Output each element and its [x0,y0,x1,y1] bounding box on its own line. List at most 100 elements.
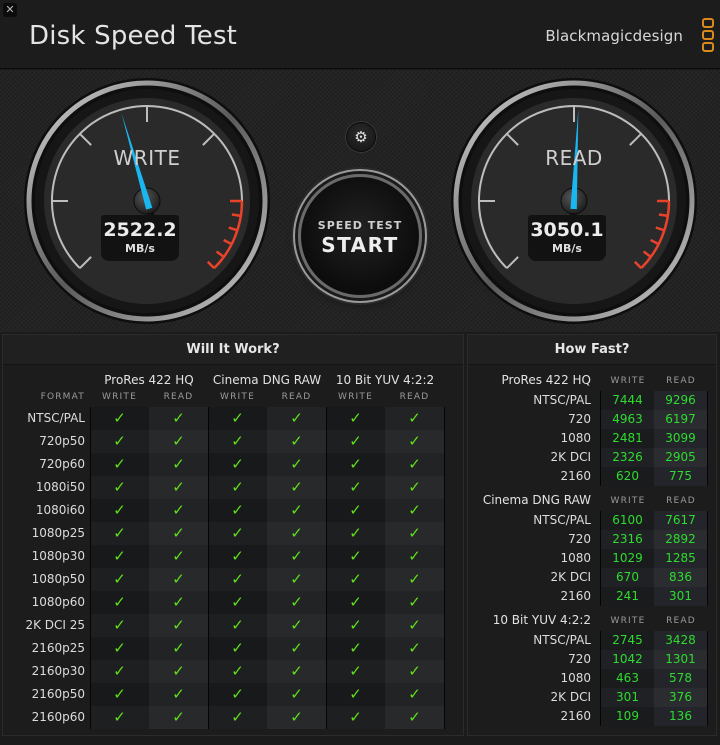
check-icon: ✓ [385,545,444,568]
column-divider [600,391,601,486]
check-icon: ✓ [326,660,385,683]
check-icon: ✓ [326,430,385,453]
check-icon: ✓ [149,591,208,614]
hf-read-value: 578 [654,669,707,688]
write-gauge-label: WRITE [113,146,181,170]
close-icon: ✕ [5,3,15,16]
hf-write-value: 109 [601,707,654,726]
gauge-redline-tick [231,213,242,218]
check-icon: ✓ [208,614,267,637]
check-icon: ✓ [149,614,208,637]
hf-format-label: NTSC/PAL [533,513,591,527]
check-icon: ✓ [208,637,267,660]
hf-write-value: 2316 [601,530,654,549]
check-icon: ✓ [90,522,149,545]
hf-row: 2160 620 775 [468,467,716,486]
check-icon: ✓ [385,453,444,476]
read-gauge: READ 3050.1 MB/s [449,76,699,326]
hf-write-value: 2326 [601,448,654,467]
check-icon: ✓ [326,683,385,706]
check-icon: ✓ [267,591,326,614]
read-gauge-label: READ [545,146,603,170]
column-divider [600,631,601,726]
check-icon: ✓ [385,683,444,706]
format-label: 1080i50 [35,480,85,494]
check-icon: ✓ [267,407,326,430]
check-icon: ✓ [208,545,267,568]
format-label: 1080p50 [31,572,85,586]
write-speed-value: 2522.2 [103,219,177,241]
check-icon: ✓ [208,476,267,499]
hf-row: NTSC/PAL 2745 3428 [468,631,716,650]
check-icon: ✓ [90,499,149,522]
hf-write-value: 241 [601,587,654,606]
check-icon: ✓ [149,522,208,545]
check-icon: ✓ [149,476,208,499]
check-icon: ✓ [385,568,444,591]
ww-row: 1080p50 ✓ ✓ ✓ ✓ ✓ ✓ [3,568,463,591]
hf-write-value: 1042 [601,650,654,669]
ww-codec-header: ProRes 422 HQ [104,373,194,387]
ww-row: 1080i60 ✓ ✓ ✓ ✓ ✓ ✓ [3,499,463,522]
will-it-work-title: Will It Work? [3,335,463,365]
format-label: 720p60 [39,457,85,471]
hf-row: 2K DCI 2326 2905 [468,448,716,467]
start-button[interactable]: SPEED TEST START [298,174,422,298]
hf-row: 2160 109 136 [468,707,716,726]
ww-row: 1080i50 ✓ ✓ ✓ ✓ ✓ ✓ [3,476,463,499]
hf-write-value: 463 [601,669,654,688]
ww-row: 1080p30 ✓ ✓ ✓ ✓ ✓ ✓ [3,545,463,568]
check-icon: ✓ [149,407,208,430]
check-icon: ✓ [267,568,326,591]
check-icon: ✓ [90,430,149,453]
check-icon: ✓ [208,706,267,729]
ww-row: 2160p50 ✓ ✓ ✓ ✓ ✓ ✓ [3,683,463,706]
check-icon: ✓ [208,568,267,591]
check-icon: ✓ [326,614,385,637]
check-icon: ✓ [267,683,326,706]
hf-read-value: 9296 [654,391,707,410]
brand-name: Blackmagicdesign [545,27,683,45]
hf-write-value: 2745 [601,631,654,650]
check-icon: ✓ [90,591,149,614]
hf-write-value: 670 [601,568,654,587]
hf-row: 720 1042 1301 [468,650,716,669]
ww-row: 2K DCI 25 ✓ ✓ ✓ ✓ ✓ ✓ [3,614,463,637]
hf-row: 2K DCI 301 376 [468,688,716,707]
check-icon: ✓ [90,545,149,568]
hf-read-value: 2905 [654,448,707,467]
hf-read-header: READ [666,616,696,626]
check-icon: ✓ [267,545,326,568]
hf-read-value: 1285 [654,549,707,568]
ww-read-header: READ [163,392,194,402]
hf-format-label: 2160 [560,469,591,483]
check-icon: ✓ [267,522,326,545]
hf-format-label: 2K DCI [550,690,591,704]
hf-format-label: NTSC/PAL [533,633,591,647]
ww-row: 720p50 ✓ ✓ ✓ ✓ ✓ ✓ [3,430,463,453]
hf-read-header: READ [666,496,696,506]
settings-button[interactable]: ⚙ [346,122,376,152]
app-title: Disk Speed Test [29,21,238,51]
hf-read-value: 7617 [654,511,707,530]
check-icon: ✓ [385,476,444,499]
disk-speed-test-window: Disk Speed Test Blackmagicdesign ✕ WRITE… [0,0,720,745]
hf-row: 1080 2481 3099 [468,429,716,448]
format-label: 1080i60 [35,503,85,517]
check-icon: ✓ [326,453,385,476]
check-icon: ✓ [267,499,326,522]
hf-write-value: 4963 [601,410,654,429]
column-divider [600,511,601,606]
start-button-label: START [321,233,399,257]
write-readout: 2522.2 MB/s [101,215,179,261]
hf-write-value: 620 [601,467,654,486]
start-button-subtitle: SPEED TEST [317,219,403,232]
read-gauge-dial [451,78,697,324]
hf-write-value: 1029 [601,549,654,568]
format-label: 1080p25 [31,526,85,540]
check-icon: ✓ [149,637,208,660]
check-icon: ✓ [208,407,267,430]
format-column-header: FORMAT [40,392,85,402]
check-icon: ✓ [385,660,444,683]
close-button[interactable]: ✕ [3,3,17,17]
